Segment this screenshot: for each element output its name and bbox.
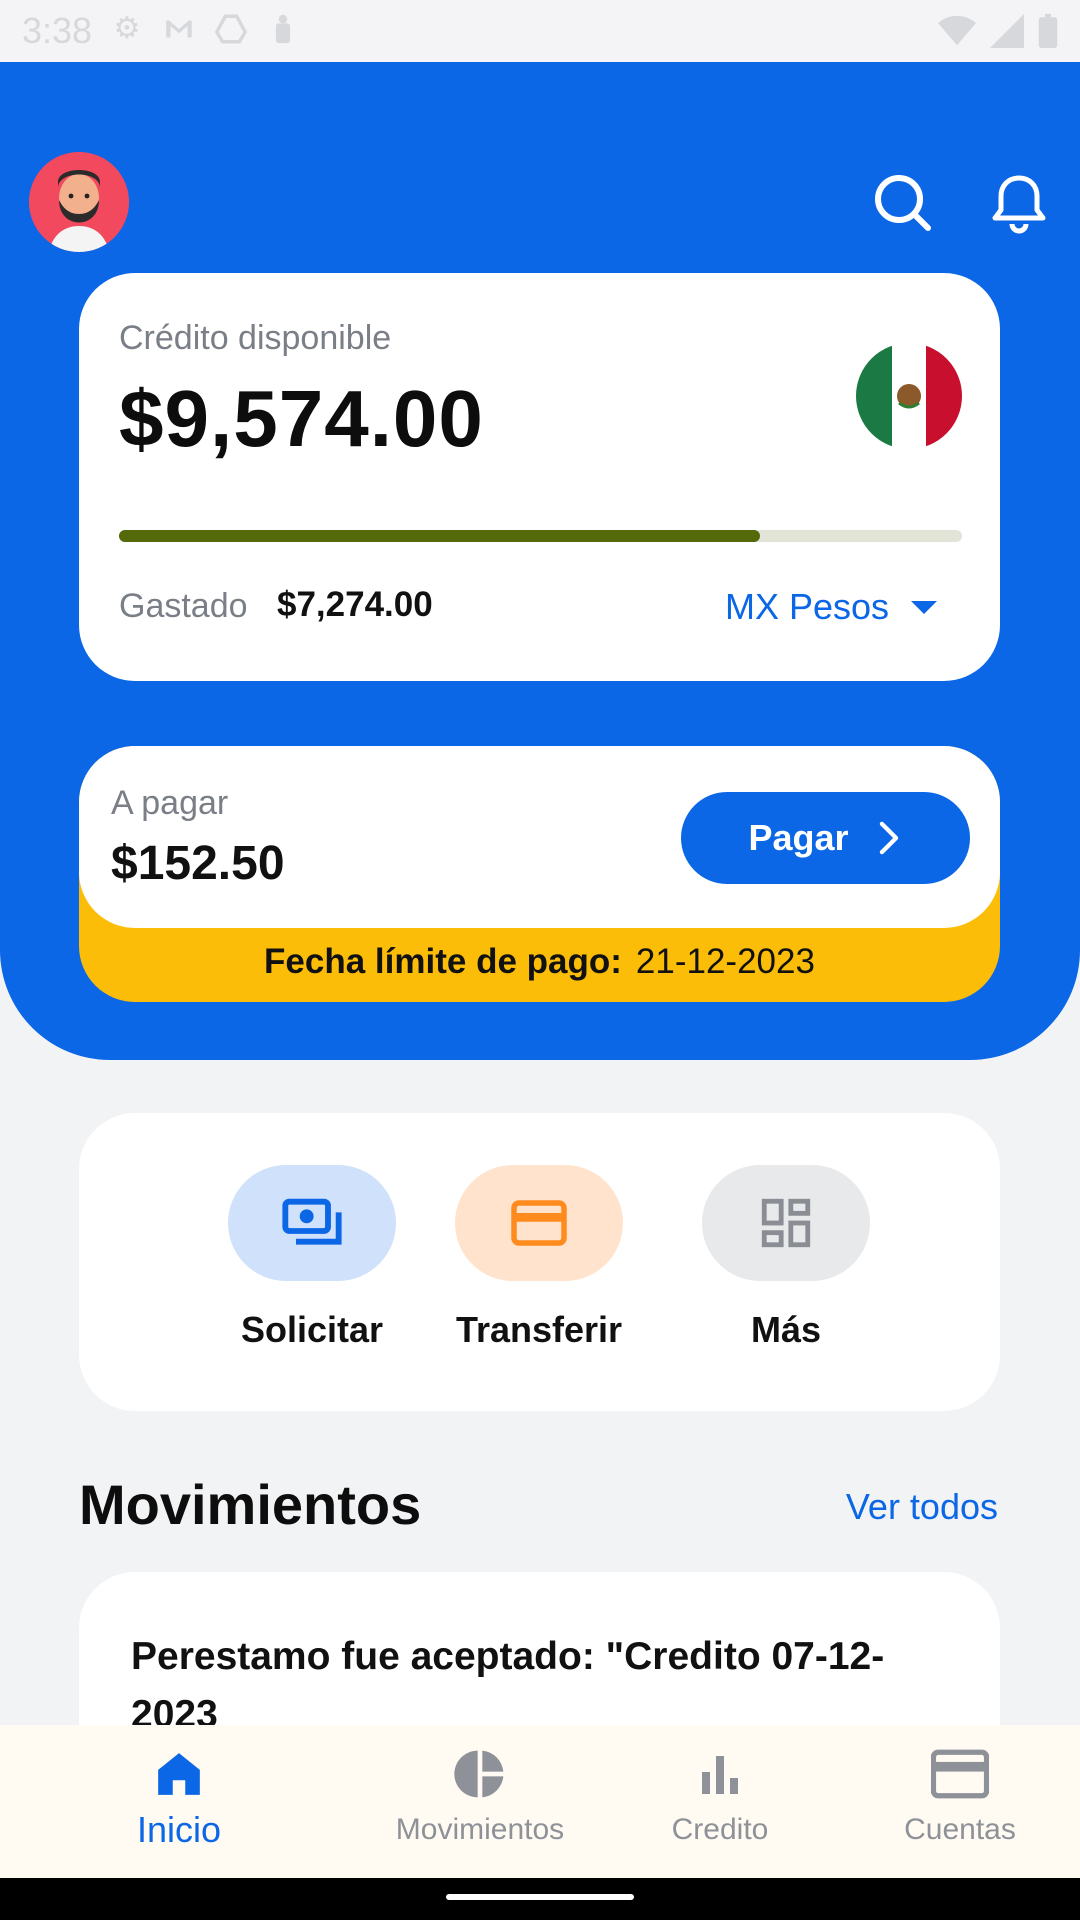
payment-deadline: Fecha límite de pago: 21-12-2023 — [79, 942, 1000, 982]
mexico-flag-icon — [856, 343, 962, 449]
action-pill — [702, 1165, 870, 1281]
payment-amount: $152.50 — [111, 837, 285, 890]
gesture-area — [0, 1878, 1080, 1920]
bar-chart-icon — [600, 1743, 840, 1805]
home-icon — [59, 1743, 299, 1805]
search-icon[interactable] — [872, 172, 934, 234]
wifi-icon — [938, 14, 976, 53]
action-solicitar[interactable]: Solicitar — [202, 1165, 422, 1351]
credit-label: Crédito disponible — [119, 319, 392, 357]
action-label: Transferir — [455, 1309, 623, 1350]
nav-cuentas[interactable]: Cuentas — [840, 1743, 1080, 1847]
deadline-date: 21-12-2023 — [635, 942, 815, 981]
action-mas[interactable]: Más — [676, 1165, 896, 1351]
mail-icon — [162, 12, 196, 46]
action-transferir[interactable]: Transferir — [429, 1165, 649, 1351]
quick-actions: Solicitar Transferir Más — [79, 1113, 1000, 1411]
currency-label: MX Pesos — [725, 586, 890, 627]
drive-icon — [214, 12, 248, 46]
credit-progress-fill — [119, 530, 760, 542]
bottom-nav: Inicio Movimientos Credito Cuentas — [0, 1725, 1080, 1878]
nav-inicio[interactable]: Inicio — [59, 1743, 299, 1851]
action-pill — [455, 1165, 623, 1281]
see-all-link[interactable]: Ver todos — [846, 1486, 998, 1528]
card-icon — [511, 1200, 567, 1246]
battery-icon — [1038, 14, 1058, 53]
nav-label: Inicio — [136, 1809, 222, 1850]
currency-select[interactable]: MX Pesos — [725, 586, 938, 628]
credit-progress-bar — [119, 530, 962, 542]
spent-label: Gastado — [119, 587, 248, 625]
nav-label: Credito — [671, 1813, 769, 1846]
caret-down-icon — [911, 600, 938, 614]
bell-icon[interactable] — [988, 172, 1050, 234]
nav-credito[interactable]: Credito — [600, 1743, 840, 1847]
deadline-label: Fecha límite de pago: — [264, 942, 622, 981]
payment-card-top: A pagar $152.50 Pagar — [79, 746, 1000, 928]
payment-label: A pagar — [111, 784, 229, 822]
signal-icon — [990, 14, 1024, 53]
nav-label: Cuentas — [904, 1813, 1016, 1846]
status-bar: 3:38 ⚙ — [0, 0, 1080, 62]
avatar[interactable] — [29, 152, 129, 252]
chevron-right-icon — [879, 821, 898, 855]
credit-card: Crédito disponible $9,574.00 Gastado $7,… — [79, 273, 1000, 681]
status-icons: ⚙ — [110, 12, 300, 46]
payment-card: A pagar $152.50 Pagar Fecha límite de pa… — [79, 746, 1000, 1002]
nav-movimientos[interactable]: Movimientos — [360, 1743, 600, 1847]
spent-value: $7,274.00 — [277, 585, 433, 624]
money-icon — [282, 1198, 342, 1245]
action-pill — [228, 1165, 396, 1281]
lock-icon — [266, 12, 300, 46]
gear-icon: ⚙ — [113, 12, 141, 45]
action-label: Más — [750, 1309, 822, 1350]
nav-label: Movimientos — [395, 1813, 565, 1846]
credit-amount: $9,574.00 — [119, 374, 484, 463]
movements-title: Movimientos — [79, 1473, 422, 1536]
pay-button-label: Pagar — [748, 817, 849, 858]
status-right — [938, 14, 1058, 53]
action-label: Solicitar — [240, 1309, 384, 1350]
gesture-handle[interactable] — [446, 1894, 634, 1900]
pay-button[interactable]: Pagar — [681, 792, 970, 884]
card-icon — [840, 1743, 1080, 1805]
pie-chart-icon — [360, 1743, 600, 1805]
grid-icon — [761, 1198, 811, 1248]
status-time: 3:38 — [22, 10, 93, 51]
